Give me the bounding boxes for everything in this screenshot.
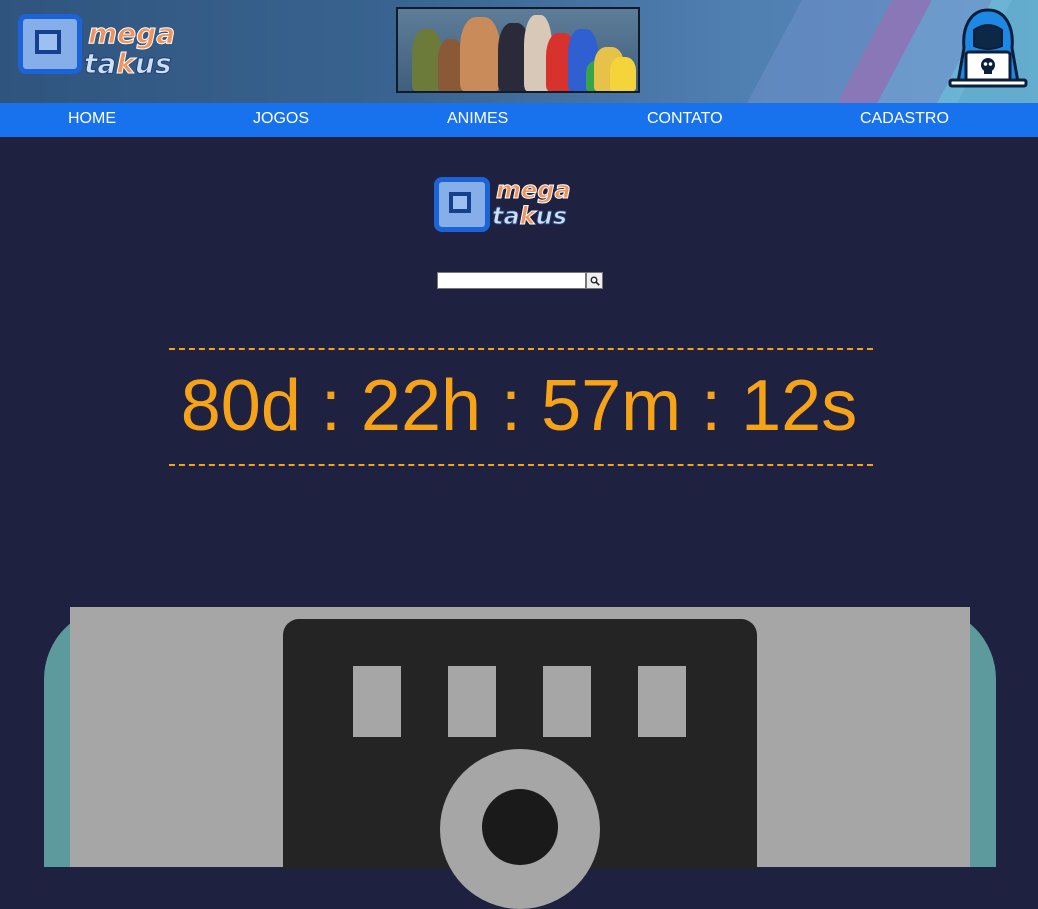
nav-jogos[interactable]: JOGOS: [253, 103, 309, 137]
device-slot: [448, 666, 496, 737]
countdown-bottom-divider: [169, 464, 873, 466]
nav-home[interactable]: HOME: [68, 103, 116, 137]
countdown-seconds: 12s: [741, 366, 858, 446]
logo-word-bottom: takus: [83, 47, 172, 80]
center-logo: mega takus: [434, 176, 610, 238]
site-header: mega takus: [0, 0, 1038, 103]
countdown-separator: :: [300, 366, 361, 446]
countdown-top-divider: [169, 348, 873, 350]
search-button[interactable]: [586, 272, 603, 289]
search-input[interactable]: [437, 272, 586, 289]
countdown-days: 80d: [180, 366, 301, 446]
logo-word-top: mega: [87, 17, 176, 50]
countdown-minutes: 57m: [541, 366, 682, 446]
countdown-hours: 22h: [360, 366, 482, 446]
site-logo[interactable]: mega takus: [18, 14, 208, 84]
logo-mark-icon: [18, 14, 82, 74]
logo-mark-icon: [434, 177, 490, 232]
device-ring-hole: [482, 789, 558, 865]
nav-contato[interactable]: CONTATO: [647, 103, 723, 137]
countdown-separator: :: [481, 366, 542, 446]
magnifier-icon: [590, 276, 600, 286]
nav-cadastro[interactable]: CADASTRO: [860, 103, 949, 137]
countdown-separator: :: [681, 366, 742, 446]
device-slot: [638, 666, 686, 737]
logo-word-bottom: takus: [492, 202, 568, 230]
hooded-hacker-laptop-icon[interactable]: [948, 8, 1028, 90]
main-nav: HOME JOGOS ANIMES CONTATO CADASTRO: [0, 103, 1038, 137]
anime-game-characters-banner[interactable]: [396, 7, 640, 93]
countdown-timer: 80d : 22h : 57m : 12s: [0, 362, 1038, 450]
logo-word-top: mega: [496, 176, 572, 204]
nav-animes[interactable]: ANIMES: [447, 103, 508, 137]
device-slot: [543, 666, 591, 737]
device-slot: [353, 666, 401, 737]
